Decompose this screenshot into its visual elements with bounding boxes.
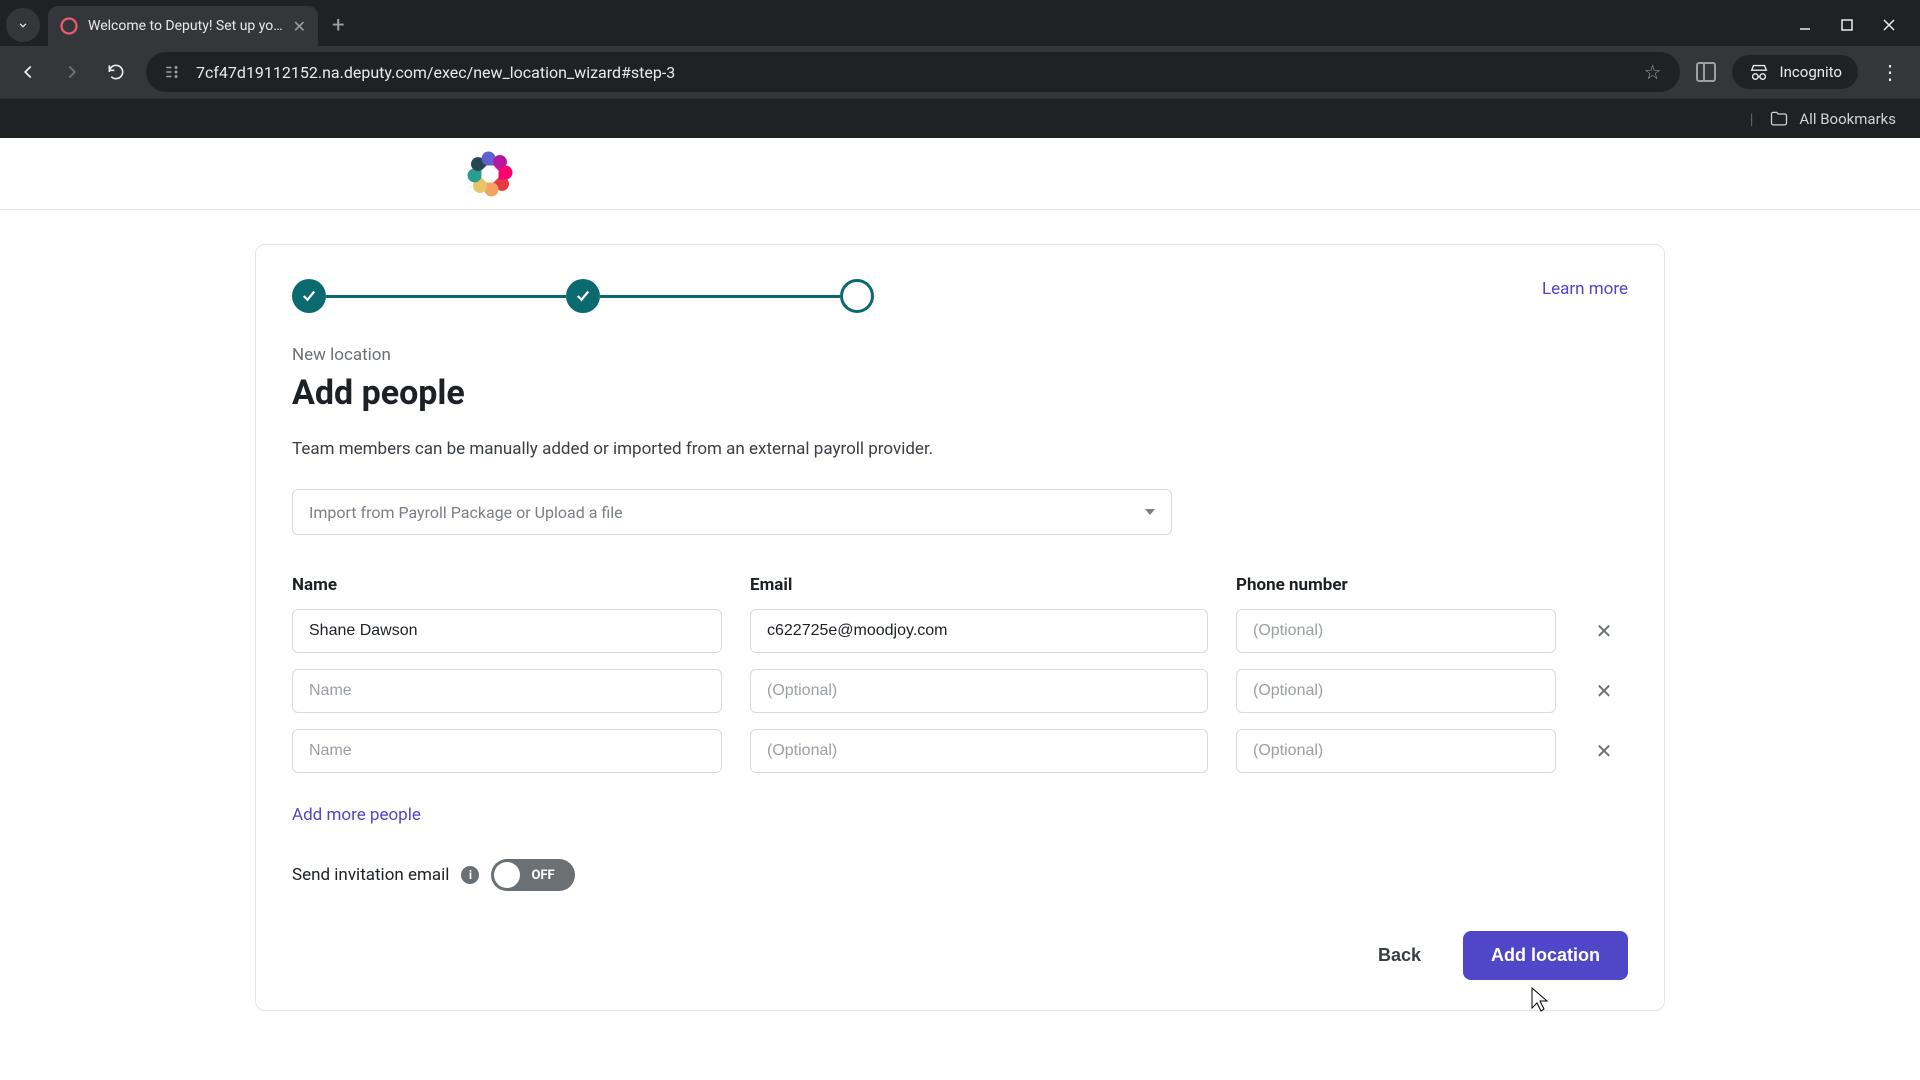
remove-row-icon[interactable]: ✕ — [1584, 739, 1624, 763]
info-icon[interactable]: i — [461, 866, 479, 884]
invite-toggle-row: Send invitation email i OFF — [292, 859, 1628, 891]
incognito-badge[interactable]: Incognito — [1732, 55, 1858, 89]
check-icon — [574, 287, 592, 305]
bookmarks-bar: | All Bookmarks — [0, 98, 1920, 138]
browser-tab[interactable]: Welcome to Deputy! Set up yo… ✕ — [48, 6, 318, 46]
phone-input[interactable] — [1236, 669, 1556, 713]
browser-menu-icon[interactable]: ⋮ — [1874, 60, 1906, 84]
phone-input[interactable] — [1236, 729, 1556, 773]
person-row: ✕ — [292, 669, 1628, 713]
site-settings-icon[interactable] — [164, 63, 182, 81]
name-input[interactable] — [292, 609, 722, 653]
invite-toggle-label: Send invitation email — [292, 865, 449, 885]
close-window-icon[interactable] — [1882, 17, 1896, 36]
forward-button[interactable] — [58, 58, 86, 86]
people-grid: Name Email Phone number ✕ ✕ — [292, 575, 1628, 773]
reload-icon — [106, 62, 126, 82]
breadcrumb: New location — [292, 345, 1628, 365]
tab-title: Welcome to Deputy! Set up yo… — [88, 18, 283, 34]
col-phone: Phone number — [1236, 575, 1586, 595]
email-input[interactable] — [750, 609, 1208, 653]
chevron-down-icon — [16, 18, 30, 32]
all-bookmarks-link[interactable]: All Bookmarks — [1799, 110, 1896, 128]
bookmark-star-icon[interactable]: ☆ — [1644, 60, 1662, 84]
stepper — [292, 279, 874, 313]
step-1-done — [292, 279, 326, 313]
name-input[interactable] — [292, 729, 722, 773]
caret-down-icon — [1145, 509, 1155, 515]
incognito-label: Incognito — [1780, 63, 1842, 81]
email-input[interactable] — [750, 669, 1208, 713]
wizard-card: Learn more New location Add people Team … — [255, 244, 1665, 1011]
arrow-right-icon — [61, 61, 83, 83]
step-connector — [600, 295, 840, 298]
url-text: 7cf47d19112152.na.deputy.com/exec/new_lo… — [196, 63, 1630, 82]
back-button[interactable] — [14, 58, 42, 86]
page-description: Team members can be manually added or im… — [292, 439, 1628, 459]
email-input[interactable] — [750, 729, 1208, 773]
name-input[interactable] — [292, 669, 722, 713]
toggle-knob — [494, 862, 520, 888]
check-icon — [300, 287, 318, 305]
incognito-icon — [1748, 61, 1770, 83]
minimize-icon[interactable] — [1798, 17, 1812, 36]
deputy-logo-icon — [470, 154, 510, 194]
address-bar[interactable]: 7cf47d19112152.na.deputy.com/exec/new_lo… — [146, 52, 1680, 92]
remove-row-icon[interactable]: ✕ — [1584, 619, 1624, 643]
col-email: Email — [750, 575, 1208, 595]
import-dropdown-label: Import from Payroll Package or Upload a … — [309, 503, 623, 522]
add-more-people-link[interactable]: Add more people — [292, 805, 421, 825]
learn-more-link[interactable]: Learn more — [1542, 279, 1628, 299]
person-row: ✕ — [292, 729, 1628, 773]
maximize-icon[interactable] — [1840, 17, 1854, 36]
arrow-left-icon — [17, 61, 39, 83]
remove-row-icon[interactable]: ✕ — [1584, 679, 1624, 703]
add-location-button[interactable]: Add location — [1463, 931, 1628, 980]
phone-input[interactable] — [1236, 609, 1556, 653]
side-panel-icon[interactable] — [1696, 62, 1716, 82]
bookmarks-separator: | — [1750, 110, 1754, 128]
back-button[interactable]: Back — [1354, 933, 1445, 978]
app-header — [0, 138, 1920, 210]
tab-search-button[interactable] — [6, 8, 40, 42]
reload-button[interactable] — [102, 58, 130, 86]
window-controls — [1798, 17, 1920, 36]
new-tab-button[interactable]: + — [332, 13, 344, 38]
invite-toggle[interactable]: OFF — [491, 859, 575, 891]
step-3-current — [840, 279, 874, 313]
footer-buttons: Back Add location — [292, 931, 1628, 980]
page-content: Learn more New location Add people Team … — [0, 138, 1920, 1080]
page-title: Add people — [292, 373, 1628, 413]
deputy-favicon-icon — [60, 17, 78, 35]
col-name: Name — [292, 575, 722, 595]
person-row: ✕ — [292, 609, 1628, 653]
tab-strip: Welcome to Deputy! Set up yo… ✕ + — [0, 0, 1920, 46]
import-dropdown[interactable]: Import from Payroll Package or Upload a … — [292, 489, 1172, 535]
browser-toolbar: 7cf47d19112152.na.deputy.com/exec/new_lo… — [0, 46, 1920, 98]
toggle-state: OFF — [531, 868, 554, 883]
tab-close-icon[interactable]: ✕ — [293, 17, 306, 36]
step-connector — [326, 295, 566, 298]
step-2-done — [566, 279, 600, 313]
folder-icon — [1769, 109, 1789, 129]
